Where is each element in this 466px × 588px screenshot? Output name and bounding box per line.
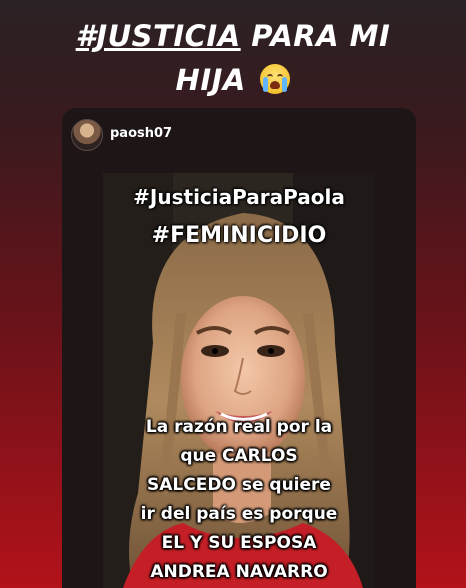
overlay-line: SALCEDO se quiere (147, 475, 331, 495)
caption-text-2: HIJA (175, 63, 246, 97)
overlay-line: EL Y SU ESPOSA (161, 533, 317, 553)
caption-text-1: PARA MI (251, 19, 391, 53)
hashtag-justicia: #JusticiaParaPaola (133, 185, 345, 209)
reposted-post-card[interactable]: paosh07 #JusticiaParaPaola #FEMINICIDIO … (62, 108, 416, 588)
post-header[interactable]: paosh07 (62, 108, 416, 160)
overlay-line: ir del país es porque (140, 504, 338, 524)
overlay-line: ANDREA NAVARRO (150, 562, 328, 582)
username[interactable]: paosh07 (110, 126, 172, 141)
caption-line-1: #JUSTICIA PARA MI (0, 14, 466, 58)
post-image[interactable]: #JusticiaParaPaola #FEMINICIDIO La razón… (103, 173, 375, 588)
avatar[interactable] (71, 119, 103, 151)
story-caption: #JUSTICIA PARA MI HIJA (0, 14, 466, 102)
overlay-text: La razón real por la que CARLOS SALCEDO … (103, 413, 375, 587)
caption-line-2: HIJA (0, 58, 466, 102)
caption-hashtag[interactable]: #JUSTICIA (76, 19, 241, 53)
overlay-line: La razón real por la (145, 417, 333, 437)
crying-face-icon (260, 64, 291, 94)
overlay-line: que CARLOS (180, 446, 298, 466)
hashtag-feminicidio: #FEMINICIDIO (151, 223, 327, 248)
